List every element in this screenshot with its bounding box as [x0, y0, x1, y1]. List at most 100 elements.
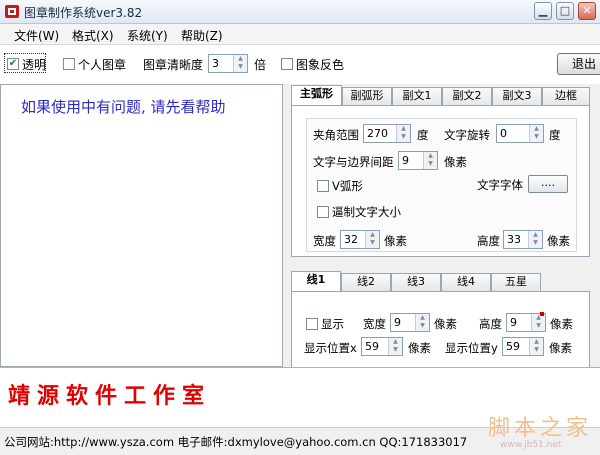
posx-label: 显示位置x: [304, 341, 357, 355]
personal-stamp-checkbox[interactable]: [63, 58, 75, 70]
spinner-arrows[interactable]: ▲ ▼: [531, 314, 545, 331]
tab-line1[interactable]: 线1: [291, 271, 341, 291]
spinner-arrows[interactable]: ▲ ▼: [423, 152, 437, 169]
rotate-unit: 度: [549, 128, 561, 142]
maximize-button[interactable]: □: [556, 2, 574, 20]
arc-width-spinner[interactable]: 32 ▲ ▼: [340, 230, 380, 249]
line-width-unit: 像素: [434, 317, 457, 331]
up-arrow-icon[interactable]: ▲: [530, 338, 543, 346]
down-arrow-icon[interactable]: ▼: [530, 346, 543, 354]
line-show-checkbox[interactable]: [306, 318, 318, 330]
stamp-preview-pane: 如果使用中有问题, 请先看帮助: [0, 84, 283, 367]
up-arrow-icon[interactable]: ▲: [530, 125, 543, 133]
clarity-value: 3: [212, 57, 219, 70]
margin-spinner[interactable]: 9 ▲ ▼: [398, 151, 438, 170]
transparent-label: 透明: [22, 58, 47, 72]
spinner-arrows[interactable]: ▲ ▼: [529, 338, 543, 355]
spinner-arrows[interactable]: ▲ ▼: [528, 231, 542, 248]
down-arrow-icon[interactable]: ▼: [530, 133, 543, 141]
up-arrow-icon[interactable]: ▲: [366, 231, 379, 239]
line-show-label: 显示: [321, 317, 344, 331]
up-arrow-icon[interactable]: ▲: [397, 125, 410, 133]
line-height-label: 高度: [479, 317, 502, 331]
posx-value: 59: [365, 340, 379, 353]
margin-unit: 像素: [444, 155, 467, 169]
font-picker-button[interactable]: ....: [528, 175, 568, 193]
minimize-button[interactable]: ▁: [534, 2, 552, 20]
clarity-spinner[interactable]: 3 ▲ ▼: [208, 54, 248, 73]
up-arrow-icon[interactable]: ▲: [416, 314, 429, 322]
tab-border[interactable]: 边框: [542, 87, 590, 105]
force-size-checkbox[interactable]: [317, 206, 329, 218]
spinner-arrows[interactable]: ▲ ▼: [529, 125, 543, 142]
brand-name: 靖源软件工作室: [8, 383, 212, 409]
arc-settings-panel: 夹角范围 270 ▲ ▼ 度 文字旋转 0 ▲ ▼ 度 文字与边界间距 9 ▲ ▼ 像…: [291, 105, 590, 257]
down-arrow-icon[interactable]: ▼: [366, 239, 379, 247]
posy-value: 59: [506, 340, 520, 353]
tab-star[interactable]: 五星: [491, 273, 541, 291]
tab-line4[interactable]: 线4: [441, 273, 491, 291]
up-arrow-icon[interactable]: ▲: [389, 338, 402, 346]
maximize-icon: □: [559, 4, 571, 17]
help-hint: 如果使用中有问题, 请先看帮助: [21, 98, 226, 116]
rotate-spinner[interactable]: 0 ▲ ▼: [496, 124, 544, 143]
down-arrow-icon[interactable]: ▼: [397, 133, 410, 141]
posy-label: 显示位置y: [445, 341, 498, 355]
spinner-arrows[interactable]: ▲ ▼: [388, 338, 402, 355]
down-arrow-icon[interactable]: ▼: [389, 346, 402, 354]
angle-label: 夹角范围: [313, 128, 359, 142]
tab-subtext1[interactable]: 副文1: [392, 87, 442, 105]
title-bar: 图章制作系统ver3.82 ▁ □ ✕: [0, 0, 600, 24]
posy-spinner[interactable]: 59 ▲ ▼: [502, 337, 544, 356]
line-width-label: 宽度: [363, 317, 386, 331]
arc-height-spinner[interactable]: 33 ▲ ▼: [503, 230, 543, 249]
tab-sub-arc[interactable]: 副弧形: [342, 87, 392, 105]
vshape-checkbox[interactable]: [317, 180, 329, 192]
tab-line3[interactable]: 线3: [391, 273, 441, 291]
posx-spinner[interactable]: 59 ▲ ▼: [361, 337, 403, 356]
status-text: 公司网站:http://www.ysza.com 电子邮件:dxmylove@y…: [4, 435, 468, 449]
menu-file[interactable]: 文件(W): [14, 27, 59, 44]
toolbar: ✔ 透明 个人图章 图章清晰度 3 ▲ ▼ 倍 图象反色 退出: [0, 46, 600, 84]
tab-line2[interactable]: 线2: [341, 273, 391, 291]
down-arrow-icon[interactable]: ▼: [234, 63, 247, 71]
angle-spinner[interactable]: 270 ▲ ▼: [363, 124, 411, 143]
down-arrow-icon[interactable]: ▼: [416, 322, 429, 330]
spinner-arrows[interactable]: ▲ ▼: [415, 314, 429, 331]
spinner-arrows[interactable]: ▲ ▼: [365, 231, 379, 248]
line-width-spinner[interactable]: 9 ▲ ▼: [390, 313, 430, 332]
red-marker-icon: [540, 312, 544, 316]
watermark-url: www.jb51.net: [500, 440, 562, 450]
rotate-value: 0: [500, 127, 507, 140]
posx-unit: 像素: [408, 341, 431, 355]
menu-format[interactable]: 格式(X): [72, 27, 114, 44]
menu-help[interactable]: 帮助(Z): [181, 27, 223, 44]
down-arrow-icon[interactable]: ▼: [424, 160, 437, 168]
invert-checkbox[interactable]: [281, 58, 293, 70]
tab-subtext2[interactable]: 副文2: [442, 87, 492, 105]
down-arrow-icon[interactable]: ▼: [532, 322, 545, 330]
spinner-arrows[interactable]: ▲ ▼: [233, 55, 247, 72]
exit-button[interactable]: 退出: [557, 53, 600, 75]
down-arrow-icon[interactable]: ▼: [529, 239, 542, 247]
spinner-arrows[interactable]: ▲ ▼: [396, 125, 410, 142]
up-arrow-icon[interactable]: ▲: [234, 55, 247, 63]
angle-unit: 度: [417, 128, 429, 142]
margin-value: 9: [402, 154, 409, 167]
angle-value: 270: [367, 127, 388, 140]
window-title: 图章制作系统ver3.82: [24, 6, 143, 20]
height-label: 高度: [477, 234, 500, 248]
clarity-unit: 倍: [254, 58, 267, 72]
line-height-value: 9: [510, 316, 517, 329]
font-label: 文字字体: [477, 178, 523, 192]
menu-system[interactable]: 系统(Y): [127, 27, 168, 44]
transparent-checkbox[interactable]: ✔: [7, 58, 19, 70]
close-button[interactable]: ✕: [578, 2, 596, 20]
tab-main-arc[interactable]: 主弧形: [291, 85, 342, 105]
up-arrow-icon[interactable]: ▲: [529, 231, 542, 239]
up-arrow-icon[interactable]: ▲: [424, 152, 437, 160]
arc-width-value: 32: [344, 233, 358, 246]
line-width-value: 9: [394, 316, 401, 329]
close-icon: ✕: [582, 4, 592, 17]
tab-subtext3[interactable]: 副文3: [492, 87, 542, 105]
